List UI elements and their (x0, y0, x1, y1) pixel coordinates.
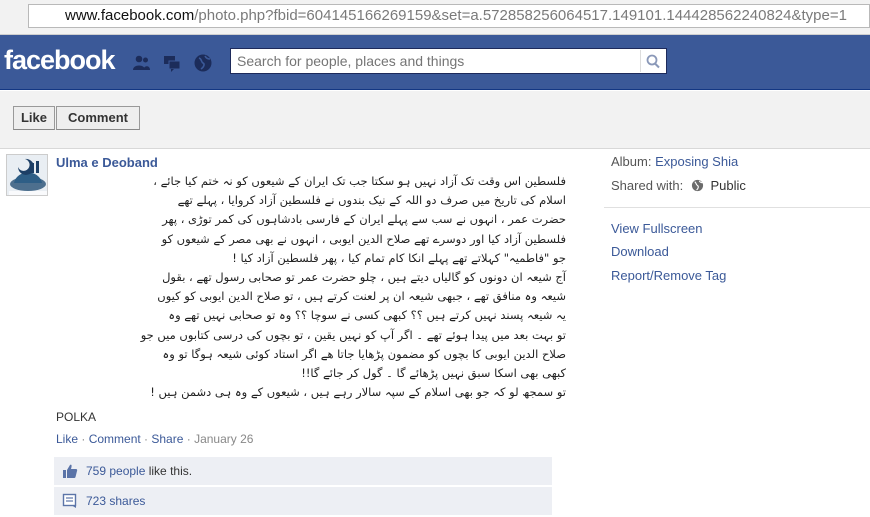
likes-row: 759 people like this. (54, 457, 552, 485)
comment-link[interactable]: Comment (89, 432, 141, 446)
share-link[interactable]: Share (151, 432, 183, 446)
view-fullscreen-link[interactable]: View Fullscreen (611, 221, 703, 236)
caption-line: اسلام کی تاریخ میں صرف دو اللہ کے نیک بن… (177, 193, 566, 208)
post-author[interactable]: Ulma e Deoband (56, 155, 158, 170)
likes-suffix: like this. (145, 464, 193, 478)
caption-line: جو "فاطمیہ" کہلاتے تھے پہلے انکا کام تما… (232, 250, 566, 265)
caption-line: آج شیعہ ان دونوں کو گالیاں دیتے ہیں ، چل… (162, 270, 566, 285)
shares-icon (62, 493, 77, 508)
caption-line: تو سمجھ لو کہ جو بھی اسلام کے سپہ سالار … (150, 385, 566, 400)
separator: · (140, 432, 152, 446)
photo-action-bar: Like Comment (0, 91, 870, 149)
likes-count-link[interactable]: 759 people (86, 464, 145, 478)
album-label: Album: (611, 154, 652, 169)
shares-count-link[interactable]: 723 shares (86, 487, 145, 515)
caption-line: یہ شیعہ پسند نہیں کرتے ہیں ؟؟ کبھی کسی ن… (168, 308, 566, 323)
author-avatar[interactable] (6, 154, 48, 196)
caption-line: فلسطین آزاد کیا اور دوسرے تھے صلاح الدین… (161, 231, 566, 246)
notifications-globe-icon[interactable] (193, 53, 213, 73)
address-field[interactable]: www.facebook.com/photo.php?fbid=60414516… (28, 4, 870, 28)
facebook-logo[interactable]: facebook (4, 45, 116, 76)
friends-icon[interactable] (131, 53, 151, 73)
post-date[interactable]: January 26 (194, 432, 253, 446)
like-link[interactable]: Like (56, 432, 78, 446)
thumbs-up-icon (63, 464, 78, 478)
report-remove-tag-link[interactable]: Report/Remove Tag (611, 268, 726, 283)
shares-row: 723 shares (54, 487, 552, 515)
public-globe-icon (691, 179, 703, 192)
messages-icon[interactable] (162, 53, 182, 73)
browser-url-bar: www.facebook.com/photo.php?fbid=60414516… (0, 0, 870, 35)
post-signature: POLKA (56, 410, 97, 424)
comment-button[interactable]: Comment (56, 106, 140, 130)
caption-line: حضرت عمر ، انہوں نے سب سے پہلے ایران کے … (162, 212, 566, 227)
caption-line: صلاح الدین ایوبی کا بچوں کو مضمون پڑھایا… (162, 346, 567, 361)
post-meta: Like · Comment · Share · January 26 (56, 432, 253, 446)
caption-line: شیعہ وہ منافق تھے ، جبھی شیعہ ان پر لعنت… (157, 289, 566, 304)
audience-value[interactable]: Public (711, 178, 746, 193)
search-input[interactable] (231, 49, 643, 73)
post-caption: فلسطین اس وقت تک آزاد نہیں ہو سکتا جب تک… (54, 172, 566, 402)
url-host: www.facebook.com (65, 7, 195, 24)
shared-with-label: Shared with: (611, 178, 684, 193)
search-box (230, 48, 667, 74)
search-button[interactable] (640, 50, 665, 72)
search-icon (646, 54, 660, 69)
album-link[interactable]: Exposing Shia (655, 154, 738, 169)
like-button[interactable]: Like (13, 106, 55, 130)
separator: · (78, 432, 89, 446)
download-link[interactable]: Download (611, 244, 669, 259)
url-path: /photo.php?fbid=604145166269159&set=a.57… (194, 7, 847, 24)
separator: · (183, 432, 195, 446)
caption-line: فلسطین اس وقت تک آزاد نہیں ہو سکتا جب تک… (153, 174, 566, 188)
caption-line: کبھی بھی اسکا سبق نہیں پڑھائے گا ۔ گول ک… (301, 366, 566, 381)
facebook-top-bar: facebook (0, 35, 870, 90)
caption-line: تو بہت بعد میں پیدا ہوئے تھے ۔ اگر آپ کو… (140, 327, 566, 342)
sidebar-divider (604, 207, 870, 208)
